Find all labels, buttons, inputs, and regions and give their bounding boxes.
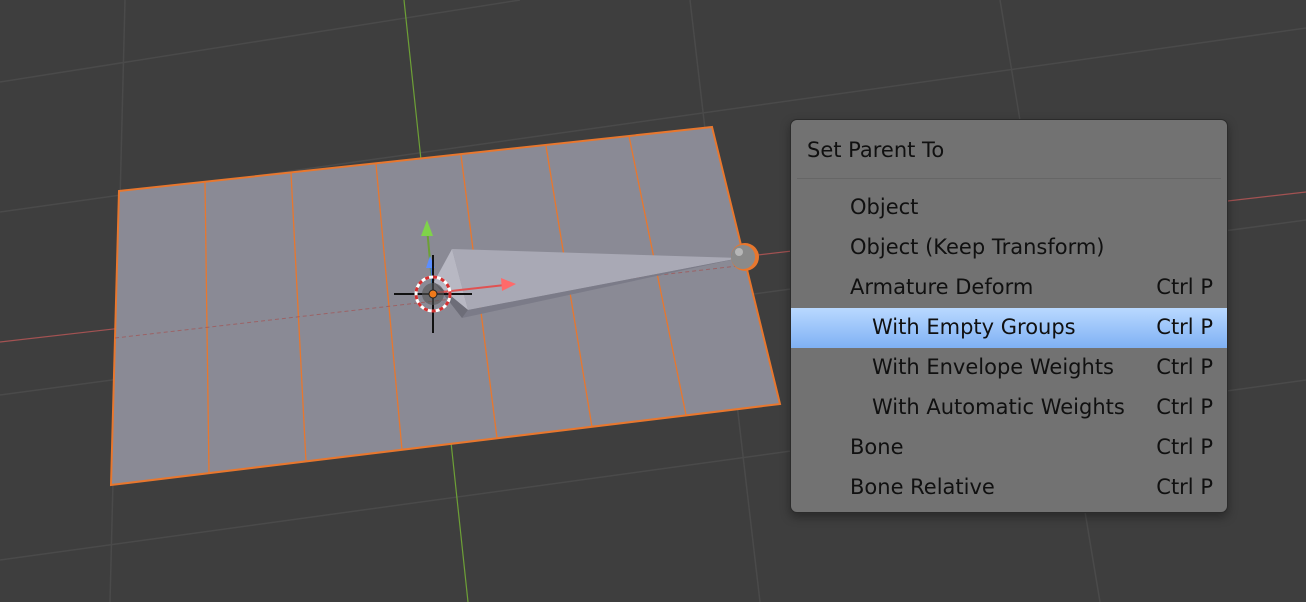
- menu-item-label: Bone Relative: [850, 475, 995, 499]
- menu-item-label: Bone: [850, 435, 904, 459]
- menu-item-label: Armature Deform: [850, 275, 1034, 299]
- menu-item-with-empty-groups[interactable]: With Empty Groups Ctrl P: [791, 308, 1227, 348]
- menu-item-bone-relative[interactable]: Bone Relative Ctrl P: [791, 468, 1227, 508]
- menu-item-object[interactable]: Object: [791, 188, 1227, 228]
- menu-item-shortcut: Ctrl P: [1156, 475, 1213, 499]
- menu-item-with-envelope-weights[interactable]: With Envelope Weights Ctrl P: [791, 348, 1227, 388]
- menu-item-label: With Envelope Weights: [872, 355, 1114, 379]
- menu-item-with-automatic-weights[interactable]: With Automatic Weights Ctrl P: [791, 388, 1227, 428]
- menu-item-label: Object: [850, 195, 919, 219]
- menu-divider: [797, 178, 1221, 179]
- menu-item-bone[interactable]: Bone Ctrl P: [791, 428, 1227, 468]
- menu-items: Object Object (Keep Transform) Armature …: [791, 188, 1227, 508]
- menu-item-armature-deform[interactable]: Armature Deform Ctrl P: [791, 268, 1227, 308]
- menu-item-label: With Automatic Weights: [872, 395, 1125, 419]
- menu-title: Set Parent To: [807, 138, 945, 162]
- menu-item-label: Object (Keep Transform): [850, 235, 1105, 259]
- set-parent-menu[interactable]: Set Parent To Object Object (Keep Transf…: [790, 119, 1228, 513]
- menu-item-shortcut: Ctrl P: [1156, 435, 1213, 459]
- menu-item-shortcut: Ctrl P: [1156, 315, 1213, 339]
- menu-item-object-keep-transform[interactable]: Object (Keep Transform): [791, 228, 1227, 268]
- menu-item-shortcut: Ctrl P: [1156, 275, 1213, 299]
- menu-item-shortcut: Ctrl P: [1156, 395, 1213, 419]
- menu-item-shortcut: Ctrl P: [1156, 355, 1213, 379]
- menu-item-label: With Empty Groups: [872, 315, 1076, 339]
